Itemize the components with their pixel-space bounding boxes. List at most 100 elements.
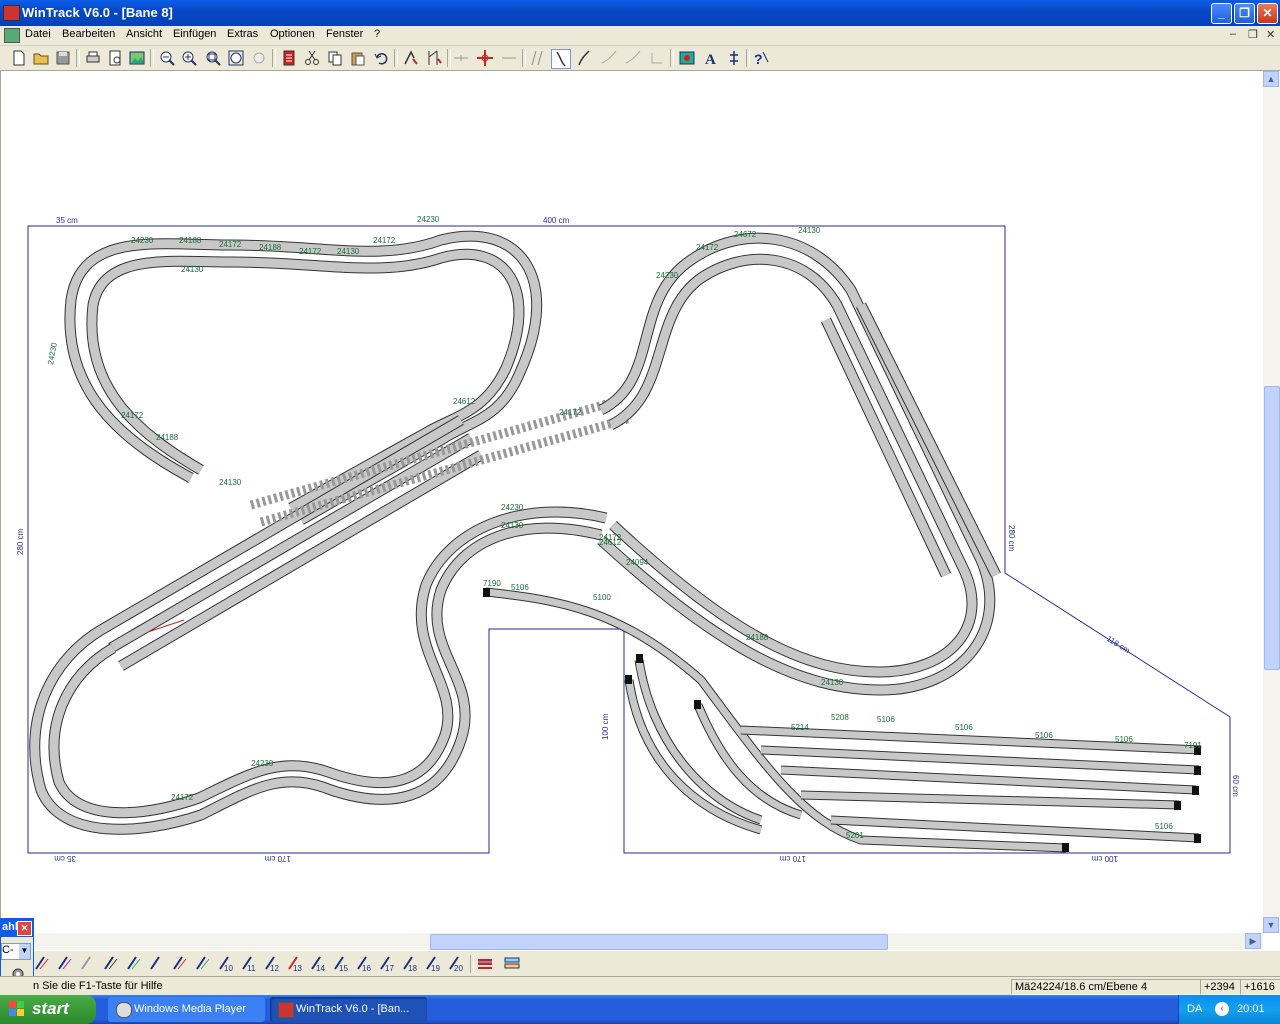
new-file-icon[interactable]	[10, 49, 28, 67]
menu-einfuegen[interactable]: Einfügen	[173, 28, 216, 40]
layer-9-icon[interactable]: 10	[218, 955, 236, 973]
track-plan[interactable]: 35 cm 400 cm 280 cm 280 cm 118 cm 60 cm …	[1, 71, 1263, 933]
maximize-button[interactable]: ❐	[1234, 3, 1255, 24]
horizontal-scroll-thumb[interactable]	[430, 934, 888, 950]
layer-18-icon[interactable]: 19	[425, 955, 443, 973]
track-label: 24612	[599, 538, 622, 547]
chevron-down-icon[interactable]: ▼	[19, 944, 30, 959]
cut-icon[interactable]	[303, 49, 321, 67]
svg-text:11: 11	[247, 964, 256, 973]
layer-3-icon[interactable]	[80, 955, 98, 973]
open-folder-icon[interactable]	[32, 49, 50, 67]
layer-13-icon[interactable]: 14	[310, 955, 328, 973]
svg-text:20: 20	[454, 964, 463, 973]
layer-19-icon[interactable]: 20	[448, 955, 466, 973]
vertical-scroll-thumb[interactable]	[1264, 386, 1280, 670]
flex-icon[interactable]	[600, 49, 618, 67]
flex2-icon[interactable]	[624, 49, 642, 67]
toolbar-separator	[746, 49, 750, 67]
app-icon[interactable]	[3, 5, 20, 21]
language-indicator[interactable]: DA	[1187, 1003, 1202, 1015]
all-layers-icon[interactable]	[476, 955, 494, 973]
taskbar-item-media-player[interactable]: Windows Media Player	[108, 997, 265, 1022]
layer-1-icon[interactable]	[34, 955, 52, 973]
palette-select[interactable]: C- ▼	[1, 943, 31, 960]
paste-icon[interactable]	[349, 49, 367, 67]
taskbar-item-wintrack[interactable]: WinTrack V6.0 - [Ban...	[270, 997, 427, 1022]
start-button[interactable]: start	[0, 995, 96, 1024]
copy-icon[interactable]	[326, 49, 344, 67]
menu-fenster[interactable]: Fenster	[326, 28, 363, 40]
palette-titlebar[interactable]: ahl ✕	[1, 919, 33, 937]
help-icon[interactable]: ?	[752, 49, 770, 67]
zoom-window-icon[interactable]	[204, 49, 222, 67]
layer-17-icon[interactable]: 18	[402, 955, 420, 973]
layer-16-icon[interactable]: 17	[379, 955, 397, 973]
height-tool-icon[interactable]	[725, 49, 743, 67]
save-icon[interactable]	[54, 49, 72, 67]
menu-help[interactable]: ?	[374, 28, 380, 40]
flex-curve-icon[interactable]	[575, 49, 593, 67]
curve-tool-icon[interactable]	[551, 49, 571, 69]
track-loop-lower-left[interactable]	[29, 506, 608, 835]
layer-4-icon[interactable]	[103, 955, 121, 973]
layer-10-icon[interactable]: 11	[241, 955, 259, 973]
menu-extras[interactable]: Extras	[227, 28, 258, 40]
rail-tool-icon[interactable]	[528, 49, 546, 67]
scroll-up-button[interactable]: ▲	[1263, 71, 1279, 87]
layer-5-icon[interactable]	[126, 955, 144, 973]
layer-8-icon[interactable]	[195, 955, 213, 973]
flex3-icon[interactable]	[648, 49, 666, 67]
layer-2-icon[interactable]	[57, 955, 75, 973]
track-label: 24188	[156, 433, 179, 442]
text-tool-icon[interactable]: A	[702, 49, 720, 67]
connect-icon[interactable]	[452, 49, 470, 67]
close-button[interactable]: ✕	[1257, 3, 1278, 24]
layer-12-icon[interactable]: 13	[287, 955, 305, 973]
doc-icon[interactable]	[4, 28, 20, 43]
menu-optionen[interactable]: Optionen	[270, 28, 315, 40]
vertical-scrollbar[interactable]: ▲ ▼	[1263, 71, 1280, 933]
tray-expand-icon[interactable]: ‹	[1215, 1002, 1229, 1016]
print-icon[interactable]	[84, 49, 102, 67]
zoom-disabled-icon[interactable]	[250, 49, 268, 67]
track-loop-right[interactable]	[597, 232, 1001, 696]
layer-11-icon[interactable]: 12	[264, 955, 282, 973]
track-loop-upper-left[interactable]	[64, 230, 543, 525]
zoom-out-icon[interactable]	[158, 49, 176, 67]
menu-datei[interactable]: Datei	[25, 28, 51, 40]
mdi-close-button[interactable]: ✕	[1266, 28, 1275, 41]
toolbar-separator	[470, 955, 474, 973]
layer-7-icon[interactable]	[172, 955, 190, 973]
switch-tool-icon[interactable]	[425, 49, 443, 67]
layer-15-icon[interactable]: 16	[356, 955, 374, 973]
track-tool-icon[interactable]	[402, 49, 420, 67]
clock[interactable]: 20:01	[1237, 1003, 1265, 1015]
print-preview-icon[interactable]	[106, 49, 124, 67]
picture-icon[interactable]	[128, 49, 146, 67]
minimize-button[interactable]: _	[1211, 3, 1232, 24]
layer-manager-icon[interactable]	[503, 955, 521, 973]
mdi-minimize-button[interactable]: –	[1230, 28, 1236, 40]
palette-close-button[interactable]: ✕	[17, 921, 32, 936]
track-label: 5106	[1155, 822, 1173, 831]
drawing-canvas[interactable]: 35 cm 400 cm 280 cm 280 cm 118 cm 60 cm …	[0, 71, 1264, 933]
undo-icon[interactable]	[372, 49, 390, 67]
scroll-right-button[interactable]: ▶	[1245, 933, 1261, 949]
menu-ansicht[interactable]: Ansicht	[126, 28, 162, 40]
layer-icon[interactable]	[678, 49, 696, 67]
layer-14-icon[interactable]: 15	[333, 955, 351, 973]
mdi-restore-button[interactable]: ❐	[1248, 28, 1258, 41]
svg-text:A: A	[705, 52, 716, 67]
move-icon[interactable]	[476, 49, 494, 67]
align-icon[interactable]	[500, 49, 518, 67]
menu-bearbeiten[interactable]: Bearbeiten	[62, 28, 115, 40]
zoom-in-icon[interactable]	[180, 49, 198, 67]
parts-list-icon[interactable]	[280, 49, 298, 67]
scroll-down-button[interactable]: ▼	[1263, 917, 1279, 933]
zoom-all-icon[interactable]	[227, 49, 245, 67]
layer-6-icon[interactable]	[149, 955, 167, 973]
start-label: start	[32, 999, 69, 1018]
horizontal-scrollbar[interactable]: ▶	[30, 933, 1263, 950]
dim-diag: 118 cm	[1105, 634, 1132, 655]
